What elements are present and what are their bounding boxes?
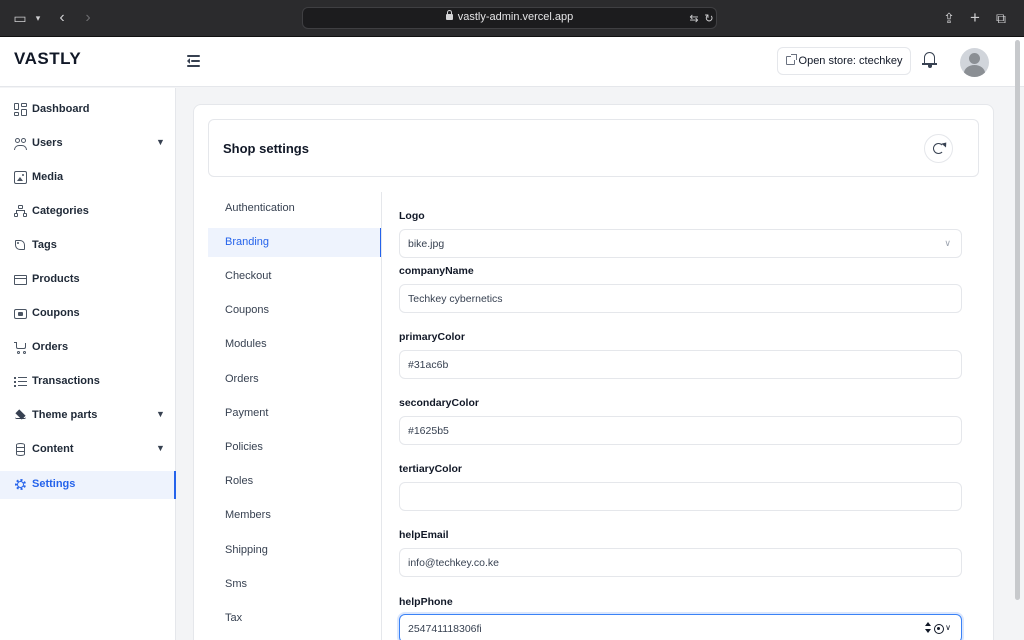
share-icon[interactable]: ⇪ [941, 9, 957, 27]
help-phone-input[interactable]: 254741118306fi ∨ [399, 614, 962, 640]
url-text: vastly-admin.vercel.app [457, 11, 574, 23]
box-icon [14, 273, 27, 286]
tab-roles[interactable]: Roles [208, 467, 382, 496]
bell-icon[interactable] [922, 51, 938, 69]
open-store-button[interactable]: Open store: ctechkey [777, 47, 911, 75]
sidebar-item-content[interactable]: Content ▼ [0, 436, 176, 464]
chevron-down-icon[interactable]: ∨ [945, 623, 951, 632]
primary-color-input[interactable]: #31ac6b [399, 350, 962, 379]
chevron-down-icon[interactable]: ▾ [32, 9, 44, 27]
app-header: VASTLY Open store: ctechkey [0, 37, 1024, 87]
external-link-icon [785, 54, 797, 65]
database-icon [14, 443, 27, 456]
brand-logo: VASTLY [14, 49, 82, 68]
help-email-label: helpEmail [399, 529, 449, 541]
open-store-label: Open store: ctechkey [798, 55, 903, 67]
secondary-color-label: secondaryColor [399, 397, 479, 409]
sidebar-item-media[interactable]: Media [0, 164, 176, 192]
sidebar-item-categories[interactable]: Categories [0, 198, 176, 226]
number-stepper[interactable] [925, 622, 931, 634]
cart-icon [14, 341, 27, 354]
reload-icon[interactable]: ↻ [703, 10, 715, 28]
chevron-down-icon: ▼ [156, 137, 165, 147]
scrollbar-thumb[interactable] [1015, 40, 1020, 600]
tab-coupons[interactable]: Coupons [208, 296, 382, 325]
sidebar-toggle-icon[interactable]: ▭ [12, 9, 28, 27]
tab-policies[interactable]: Policies [208, 433, 382, 462]
tertiary-color-label: tertiaryColor [399, 463, 463, 475]
back-icon[interactable]: ‹ [56, 9, 68, 27]
list-icon [14, 375, 27, 388]
page-header-card: Shop settings [208, 119, 979, 177]
chevron-down-icon: ∨ [944, 238, 951, 248]
logo-value: bike.jpg [408, 238, 445, 250]
page-title: Shop settings [223, 141, 309, 156]
sidebar-item-dashboard[interactable]: Dashboard [0, 96, 176, 124]
page-scrollbar[interactable] [1015, 40, 1020, 640]
autofill-icon[interactable] [934, 624, 944, 634]
logo-label: Logo [399, 210, 425, 222]
tab-modules[interactable]: Modules [208, 330, 382, 359]
gear-icon [14, 478, 27, 491]
sidebar-item-settings[interactable]: Settings [0, 471, 176, 499]
sidebar-item-users[interactable]: Users ▼ [0, 130, 176, 158]
sidebar: Dashboard Users ▼ Media Categories Tags [0, 88, 176, 640]
tab-members[interactable]: Members [208, 501, 382, 530]
primary-color-label: primaryColor [399, 331, 465, 343]
sidebar-item-tags[interactable]: Tags [0, 232, 176, 260]
logo-select[interactable]: bike.jpg ∨ [399, 229, 962, 258]
tab-orders[interactable]: Orders [208, 365, 382, 394]
help-email-input[interactable]: info@techkey.co.ke [399, 548, 962, 577]
company-name-label: companyName [399, 265, 474, 277]
sidebar-item-theme-parts[interactable]: Theme parts ▼ [0, 402, 176, 430]
sidebar-item-transactions[interactable]: Transactions [0, 368, 176, 396]
sidebar-item-coupons[interactable]: Coupons [0, 300, 176, 328]
divider [381, 192, 382, 640]
sitemap-icon [14, 205, 27, 218]
lock-icon [445, 10, 453, 20]
tab-tax[interactable]: Tax [208, 604, 382, 633]
dashboard-icon [14, 103, 27, 116]
tabs-overview-icon[interactable]: ⧉ [993, 9, 1009, 27]
translate-icon[interactable]: ⇆ [687, 10, 701, 28]
image-icon [14, 171, 27, 184]
tab-authentication[interactable]: Authentication [208, 194, 382, 223]
tab-sms[interactable]: Sms [208, 570, 382, 599]
new-tab-icon[interactable]: + [967, 9, 983, 27]
sidebar-item-orders[interactable]: Orders [0, 334, 176, 362]
chevron-down-icon: ▼ [156, 409, 165, 419]
address-bar[interactable]: vastly-admin.vercel.app ⇆ ↻ [302, 7, 717, 29]
tab-branding[interactable]: Branding [208, 228, 382, 257]
tab-shipping[interactable]: Shipping [208, 536, 382, 565]
browser-toolbar: ▭ ▾ ‹ › vastly-admin.vercel.app ⇆ ↻ ⇪ + … [0, 0, 1024, 37]
avatar[interactable] [960, 48, 989, 77]
forward-icon[interactable]: › [82, 9, 94, 27]
users-icon [14, 137, 27, 150]
chevron-down-icon: ▼ [156, 443, 165, 453]
tag-icon [14, 239, 27, 252]
collapse-sidebar-icon[interactable] [184, 51, 204, 71]
tertiary-color-input[interactable] [399, 482, 962, 511]
refresh-icon[interactable] [924, 134, 953, 163]
sidebar-item-products[interactable]: Products [0, 266, 176, 294]
help-phone-label: helpPhone [399, 596, 453, 608]
company-name-input[interactable]: Techkey cybernetics [399, 284, 962, 313]
secondary-color-input[interactable]: #1625b5 [399, 416, 962, 445]
tab-payment[interactable]: Payment [208, 399, 382, 428]
ticket-icon [14, 307, 27, 320]
tab-checkout[interactable]: Checkout [208, 262, 382, 291]
layers-icon [14, 409, 27, 422]
